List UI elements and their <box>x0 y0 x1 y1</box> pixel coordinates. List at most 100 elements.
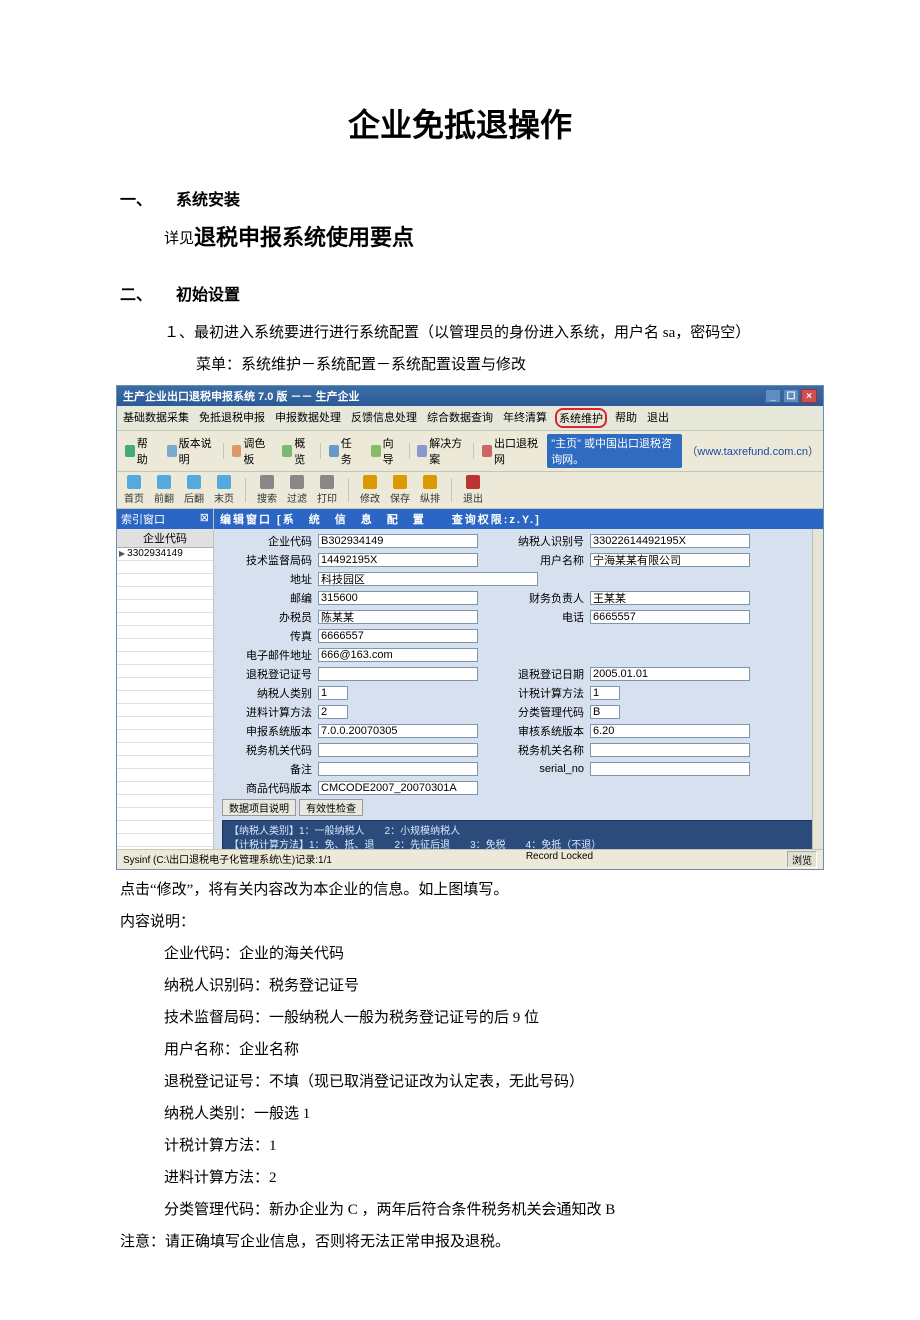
field-taxpayer-id[interactable] <box>590 534 750 548</box>
window-min-button[interactable]: _ <box>765 389 781 403</box>
field-phone[interactable] <box>590 610 750 624</box>
lbl-zip: 邮编 <box>222 590 312 606</box>
note-1: 【纳税人类别】1：一般纳税人 2：小规模纳税人 <box>229 825 808 839</box>
index-pane-close-icon[interactable]: ⊠ <box>200 511 209 527</box>
print-button[interactable]: 打印 <box>314 474 340 506</box>
field-zip[interactable] <box>318 591 478 605</box>
menu-declare-proc[interactable]: 申报数据处理 <box>273 408 343 428</box>
lbl-fax: 传真 <box>222 628 312 644</box>
menu-basic-data[interactable]: 基础数据采集 <box>121 408 191 428</box>
bullet-1: 企业代码：企业的海关代码 <box>120 940 800 968</box>
print-icon <box>320 475 334 489</box>
lbl-import-calc: 进料计算方法 <box>222 704 312 720</box>
task-icon <box>329 445 339 457</box>
window-close-button[interactable]: × <box>801 389 817 403</box>
field-refund-reg-no[interactable] <box>318 667 478 681</box>
toolbar-primary: 帮助 版本说明 调色板 概览 任务 向导 解决方案 出口退税网 "主页" 或中国… <box>117 431 823 472</box>
nav-next-button[interactable]: 后翻 <box>181 474 207 506</box>
window-max-button[interactable]: ☐ <box>783 389 799 403</box>
exit-button[interactable]: 退出 <box>460 474 486 506</box>
bullet-3: 技术监督局码：一般纳税人一般为税务登记证号的后 9 位 <box>120 1004 800 1032</box>
field-address[interactable] <box>318 572 538 586</box>
after-para-2: 内容说明： <box>120 908 800 936</box>
menu-exit[interactable]: 退出 <box>645 408 671 428</box>
validity-check-button[interactable]: 有效性检查 <box>299 799 363 816</box>
lbl-class-code: 分类管理代码 <box>484 704 584 720</box>
nav-next-icon <box>187 475 201 489</box>
globe-icon <box>482 445 492 457</box>
field-sys-ver[interactable] <box>318 724 478 738</box>
field-import-calc[interactable] <box>318 705 348 719</box>
vertical-scrollbar[interactable] <box>812 529 823 849</box>
field-agency-name[interactable] <box>590 743 750 757</box>
sort-button[interactable]: 纵排 <box>417 474 443 506</box>
field-operator[interactable] <box>318 610 478 624</box>
lbl-user-name: 用户名称 <box>484 552 584 568</box>
field-goods-ver[interactable] <box>318 781 478 795</box>
nav-first-button[interactable]: 首页 <box>121 474 147 506</box>
field-user-name[interactable] <box>590 553 750 567</box>
menu-feedback[interactable]: 反馈信息处理 <box>349 408 419 428</box>
bullet-4: 用户名称：企业名称 <box>120 1036 800 1064</box>
index-row[interactable]: 3302934149 <box>117 548 213 561</box>
filter-button[interactable]: 过滤 <box>284 474 310 506</box>
menu-help[interactable]: 帮助 <box>613 408 639 428</box>
menu-composite[interactable]: 综合数据查询 <box>425 408 495 428</box>
edit-button[interactable]: 修改 <box>357 474 383 506</box>
index-col-head: 企业代码 <box>117 529 213 548</box>
lbl-taxpayer-cat: 纳税人类别 <box>222 685 312 701</box>
tb-solution-button[interactable]: 解决方案 <box>413 433 469 469</box>
index-grid[interactable]: 3302934149 <box>117 548 213 849</box>
app-title: 生产企业出口退税申报系统 7.0 版 －－ 生产企业 <box>123 388 360 404</box>
field-audit-ver[interactable] <box>590 724 750 738</box>
tb-homepage-link[interactable]: "主页" 或中国出口退税咨询网。 <box>547 434 682 468</box>
form-area: 企业代码 纳税人识别号 技术监督局码 用户名称 地址 <box>214 529 823 849</box>
lbl-phone: 电话 <box>484 609 584 625</box>
nav-first-icon <box>127 475 141 489</box>
menu-system-maint[interactable]: 系统维护 <box>555 408 607 428</box>
tb-wizard-button[interactable]: 向导 <box>367 433 405 469</box>
lbl-sys-ver: 申报系统版本 <box>222 723 312 739</box>
field-agency-code[interactable] <box>318 743 478 757</box>
save-button[interactable]: 保存 <box>387 474 413 506</box>
tb-task-button[interactable]: 任务 <box>325 433 363 469</box>
field-remark[interactable] <box>318 762 478 776</box>
field-tax-calc[interactable] <box>590 686 620 700</box>
tb-palette-button[interactable]: 调色板 <box>228 433 275 469</box>
nav-last-icon <box>217 475 231 489</box>
tb-export-site-button[interactable]: 出口退税网 <box>478 433 543 469</box>
tb-version-button[interactable]: 版本说明 <box>163 433 219 469</box>
tb-overview-button[interactable]: 概览 <box>278 433 316 469</box>
field-class-code[interactable] <box>590 705 620 719</box>
menubar: 基础数据采集 免抵退税申报 申报数据处理 反馈信息处理 综合数据查询 年终清算 … <box>117 406 823 431</box>
status-path: Sysinf (C:\出口退税电子化管理系统\生)记录:1/1 <box>123 851 332 868</box>
nav-last-button[interactable]: 末页 <box>211 474 237 506</box>
data-desc-button[interactable]: 数据项目说明 <box>222 799 296 816</box>
field-serial[interactable] <box>590 762 750 776</box>
search-button[interactable]: 搜索 <box>254 474 280 506</box>
after-para-1: 点击“修改”，将有关内容改为本企业的信息。如上图填写。 <box>120 876 800 904</box>
field-fax[interactable] <box>318 629 478 643</box>
lbl-address: 地址 <box>222 571 312 587</box>
s2-p1: １、最初进入系统要进行进行系统配置（以管理员的身份进入系统，用户名 sa，密码空… <box>120 319 800 347</box>
lbl-refund-reg-date: 退税登记日期 <box>484 666 584 682</box>
edit-pane-title: 编辑窗口 [系 统 信 息 配 置 查询权限:z.Y.] <box>214 509 823 529</box>
menu-mdt-declare[interactable]: 免抵退税申报 <box>197 408 267 428</box>
overview-icon <box>282 445 292 457</box>
tb-url-text: （www.taxrefund.com.cn） <box>686 443 819 459</box>
field-email[interactable] <box>318 648 478 662</box>
lbl-operator: 办税员 <box>222 609 312 625</box>
field-tech-code[interactable] <box>318 553 478 567</box>
menu-yearend[interactable]: 年终清算 <box>501 408 549 428</box>
exit-icon <box>466 475 480 489</box>
titlebar: 生产企业出口退税申报系统 7.0 版 －－ 生产企业 _ ☐ × <box>117 386 823 406</box>
field-fin-person[interactable] <box>590 591 750 605</box>
field-taxpayer-cat[interactable] <box>318 686 348 700</box>
field-refund-reg-date[interactable] <box>590 667 750 681</box>
lbl-tax-calc: 计税计算方法 <box>484 685 584 701</box>
nav-prev-button[interactable]: 前翻 <box>151 474 177 506</box>
toolbar-secondary: 首页 前翻 后翻 末页 搜索 过滤 打印 修改 保存 纵排 退出 <box>117 472 823 509</box>
field-company-code[interactable] <box>318 534 478 548</box>
tb-help-button[interactable]: 帮助 <box>121 433 159 469</box>
solution-icon <box>417 445 427 457</box>
